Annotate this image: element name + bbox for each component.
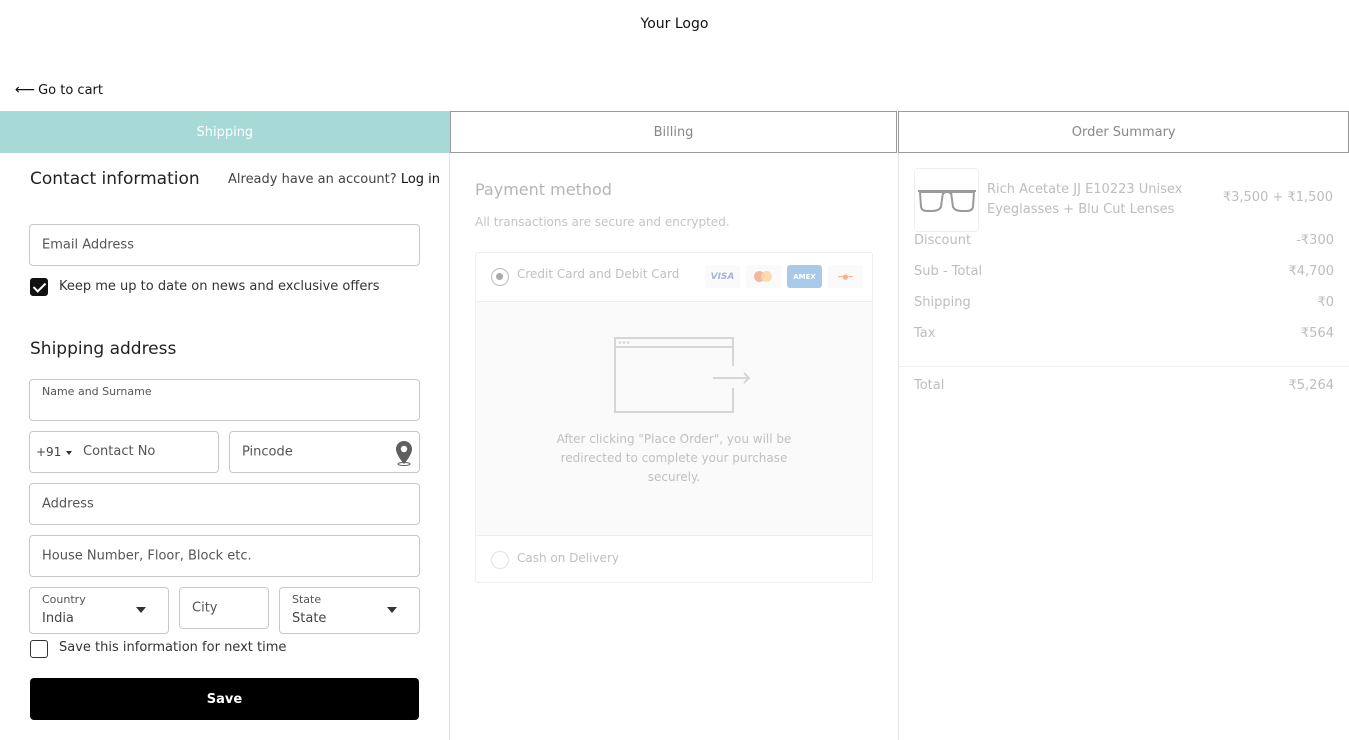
card-option[interactable]: Credit Card and Debit Card VISA AMEX ━●━ (476, 253, 872, 302)
chevron-down-icon (387, 607, 397, 613)
account-prompt: Already have an account? Log in (228, 172, 440, 187)
logo: Your Logo (640, 16, 709, 32)
go-to-cart-label: Go to cart (38, 82, 103, 98)
email-field[interactable]: Email Address (29, 224, 420, 266)
summary-total-row: Total ₹5,264 (914, 378, 1334, 393)
cod-option[interactable]: Cash on Delivery (476, 535, 872, 583)
redirect-text: After clicking "Place Order", you will b… (556, 432, 792, 484)
save-info-checkbox[interactable] (30, 640, 48, 658)
product-name: Rich Acetate JJ E10223 Unisex Eyeglasses… (987, 182, 1183, 217)
summary-divider (899, 366, 1349, 367)
address-placeholder: Address (42, 496, 94, 512)
contact-placeholder: Contact No (83, 444, 156, 459)
mastercard-icon (746, 265, 781, 288)
checkout-tabs: Shipping Billing Order Summary (0, 111, 1349, 153)
chevron-down-icon (66, 451, 72, 455)
pincode-field[interactable]: Pincode (229, 431, 420, 473)
country-label: Country (42, 593, 86, 606)
eyeglasses-icon (917, 190, 976, 212)
pincode-placeholder: Pincode (242, 444, 293, 460)
browser-redirect-icon (614, 337, 751, 413)
billing-panel: Payment method All transactions are secu… (450, 153, 898, 740)
save-info-label: Save this information for next time (59, 640, 287, 655)
tab-shipping[interactable]: Shipping (0, 111, 450, 153)
name-field[interactable]: Name and Surname (29, 379, 420, 421)
tab-order-summary[interactable]: Order Summary (898, 111, 1349, 153)
country-select[interactable]: Country India (29, 587, 169, 634)
card-brands: VISA AMEX ━●━ (705, 265, 863, 288)
go-to-cart-link[interactable]: ⟵ Go to cart (15, 82, 103, 98)
discover-icon: ━●━ (828, 265, 863, 288)
amex-icon: AMEX (787, 265, 822, 288)
summary-row: Shipping ₹0 (914, 295, 1334, 310)
newsletter-label: Keep me up to date on news and exclusive… (59, 279, 380, 294)
visa-icon: VISA (705, 265, 740, 288)
card-radio[interactable] (491, 268, 509, 286)
summary-label: Discount (914, 233, 972, 248)
summary-value: ₹4,700 (1288, 264, 1335, 279)
state-select[interactable]: State State (279, 587, 420, 634)
cod-radio[interactable] (491, 551, 509, 569)
tab-billing[interactable]: Billing (449, 111, 898, 153)
shipping-heading: Shipping address (30, 339, 177, 359)
house-number-placeholder: House Number, Floor, Block etc. (42, 548, 252, 564)
total-value: ₹5,264 (1288, 378, 1335, 393)
country-code-select[interactable]: +91 (36, 445, 61, 459)
summary-value: ₹564 (1300, 326, 1334, 341)
product-price: ₹3,500 + ₹1,500 (1222, 190, 1333, 205)
address-field[interactable]: Address (29, 483, 420, 525)
location-pin-icon[interactable] (395, 440, 413, 466)
city-field[interactable]: City (179, 587, 269, 629)
secure-note: All transactions are secure and encrypte… (475, 215, 730, 229)
city-placeholder: City (192, 600, 218, 616)
summary-row: Discount -₹300 (914, 233, 1334, 248)
order-summary-panel: Rich Acetate JJ E10223 Unisex Eyeglasses… (899, 153, 1349, 740)
arrow-left-icon: ⟵ (15, 82, 36, 98)
name-label: Name and Surname (42, 385, 152, 398)
state-value: State (292, 611, 327, 626)
payment-heading: Payment method (475, 180, 612, 199)
contact-heading: Contact information (30, 169, 200, 189)
summary-row: Tax ₹564 (914, 326, 1334, 341)
newsletter-checkbox[interactable] (30, 278, 48, 296)
payment-options: Credit Card and Debit Card VISA AMEX ━●━… (475, 252, 873, 583)
summary-value: ₹0 (1317, 295, 1334, 310)
product-image (914, 168, 979, 232)
account-prompt-text: Already have an account? (228, 172, 397, 187)
card-option-label: Credit Card and Debit Card (517, 267, 680, 281)
cod-option-label: Cash on Delivery (517, 551, 619, 565)
summary-value: -₹300 (1296, 233, 1334, 248)
summary-label: Tax (914, 326, 936, 341)
summary-label: Shipping (914, 295, 971, 310)
country-value: India (42, 611, 74, 626)
total-label: Total (914, 378, 945, 393)
house-number-field[interactable]: House Number, Floor, Block etc. (29, 535, 420, 577)
summary-label: Sub - Total (914, 264, 983, 279)
email-placeholder: Email Address (42, 237, 134, 253)
save-button[interactable]: Save (30, 678, 419, 720)
summary-row: Sub - Total ₹4,700 (914, 264, 1334, 279)
login-link[interactable]: Log in (401, 172, 440, 187)
chevron-down-icon (136, 607, 146, 613)
contact-number-field[interactable]: +91 Contact No (29, 431, 219, 473)
state-label: State (292, 593, 322, 606)
redirect-info: After clicking "Place Order", you will b… (476, 302, 872, 535)
